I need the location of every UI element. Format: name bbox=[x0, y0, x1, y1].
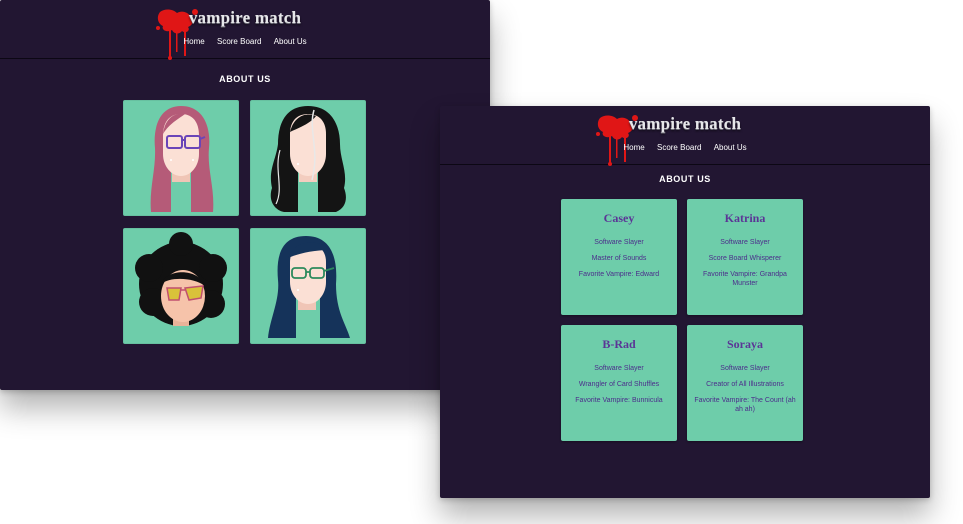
nav-scoreboard-link[interactable]: Score Board bbox=[217, 37, 261, 46]
member-name: Katrina bbox=[724, 211, 766, 225]
logo-text: vampire match bbox=[628, 114, 742, 133]
nav-about-link[interactable]: About Us bbox=[714, 143, 747, 152]
logo-text: vampire match bbox=[188, 8, 302, 27]
team-member-card: Katrina Software Slayer Score Board Whis… bbox=[687, 199, 803, 315]
member-name: Casey bbox=[603, 211, 635, 225]
team-member-card: B-Rad Software Slayer Wrangler of Card S… bbox=[561, 325, 677, 441]
member-favorite: Favorite Vampire: Bunnicula bbox=[575, 397, 663, 404]
woman-with-pink-hair-portrait bbox=[150, 106, 214, 212]
woman-with-teal-hair-portrait bbox=[268, 236, 350, 338]
portrait-card bbox=[123, 228, 239, 344]
member-role: Software Slayer bbox=[720, 239, 770, 246]
member-favorite: Favorite Vampire: The Count (ah ah ah) bbox=[694, 397, 796, 413]
portrait-card bbox=[250, 228, 366, 344]
member-role: Wrangler of Card Shuffles bbox=[578, 381, 660, 388]
nav-about-link[interactable]: About Us bbox=[274, 37, 307, 46]
page-title: ABOUT US bbox=[219, 74, 271, 84]
member-favorite: Favorite Vampire: Grandpa Munster bbox=[703, 271, 787, 287]
member-role: Software Slayer bbox=[720, 365, 770, 372]
nav-scoreboard-link[interactable]: Score Board bbox=[657, 143, 701, 152]
member-role: Software Slayer bbox=[594, 239, 644, 246]
portrait-card bbox=[123, 100, 239, 216]
portrait-card bbox=[250, 100, 366, 216]
member-role: Master of Sounds bbox=[591, 255, 647, 262]
member-favorite: Favorite Vampire: Edward bbox=[578, 271, 660, 278]
member-role: Score Board Whisperer bbox=[708, 255, 782, 262]
member-role: Creator of All Illustrations bbox=[706, 381, 784, 388]
woman-with-curly-hair-portrait bbox=[135, 232, 227, 326]
main-nav: Home Score Board About Us bbox=[440, 143, 930, 152]
team-member-card: Soraya Software Slayer Creator of All Il… bbox=[687, 325, 803, 441]
member-name: Soraya bbox=[727, 337, 763, 351]
woman-with-black-wavy-hair-portrait bbox=[270, 106, 346, 212]
main-nav: Home Score Board About Us bbox=[0, 37, 490, 46]
member-role: Software Slayer bbox=[594, 365, 644, 372]
site-header: vampire match Home Score Board About Us bbox=[0, 0, 490, 60]
site-header: vampire match Home Score Board About Us bbox=[440, 106, 930, 166]
nav-home-link[interactable]: Home bbox=[183, 37, 204, 46]
about-page-illustrations-window: vampire match Home Score Board About Us … bbox=[0, 0, 490, 390]
nav-home-link[interactable]: Home bbox=[623, 143, 644, 152]
team-member-card: Casey Software Slayer Master of Sounds F… bbox=[561, 199, 677, 315]
page-title: ABOUT US bbox=[659, 174, 711, 184]
about-page-bios-window: vampire match Home Score Board About Us … bbox=[440, 106, 930, 498]
member-name: B-Rad bbox=[602, 337, 636, 351]
